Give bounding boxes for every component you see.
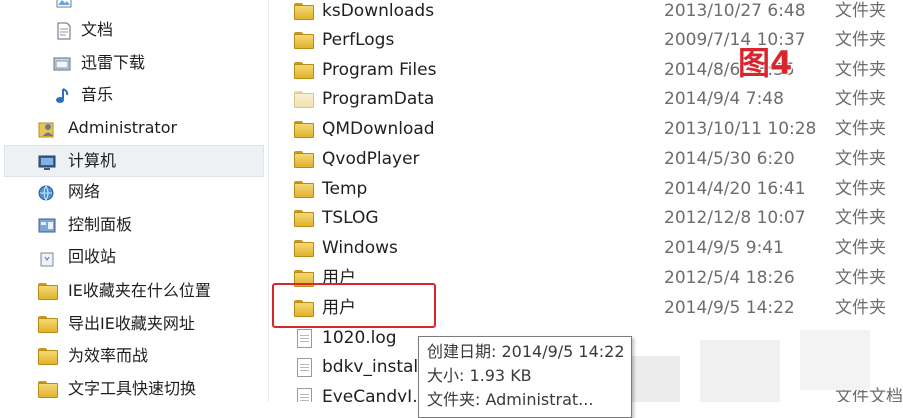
network-icon [38,183,56,202]
file-type: 文件夹 [835,1,886,21]
file-row[interactable]: PerfLogs 2009/7/14 10:37 文件夹 [270,25,903,55]
file-date: 2013/10/11 10:28 [664,119,817,139]
file-name: Temp [322,179,368,199]
file-name: ProgramData [322,89,435,109]
file-date: 2014/5/30 6:20 [664,149,795,169]
nav-item-music[interactable]: 音乐 [0,81,262,109]
folder-icon [294,2,314,20]
file-name: ksDownloads [322,1,435,21]
file-row[interactable]: Temp 2014/4/20 16:41 文件夹 [270,174,903,204]
watermark-mosaic [800,330,870,390]
picture-icon [55,0,73,9]
folder-icon [294,180,314,198]
tooltip-folder: 文件夹: Administrat... [427,390,594,409]
document-icon [55,21,73,40]
folder-icon [294,239,314,257]
file-row[interactable]: Program Files 2014/8/6 13:35 文件夹 [270,55,903,85]
tooltip-size: 大小: 1.93 KB [427,366,532,385]
text-file-icon [294,358,314,377]
file-type: 文件夹 [835,238,886,258]
file-date: 2014/9/5 14:22 [664,298,795,318]
file-type: 文件夹 [835,298,886,318]
file-row[interactable]: QMDownload 2013/10/11 10:28 文件夹 [270,114,903,144]
user-folder-icon [38,119,56,138]
file-type: 文件夹 [835,179,886,199]
control-panel-icon [38,216,56,234]
folder-icon [294,120,314,138]
file-name: Windows [322,238,398,258]
folder-library-icon [53,54,71,72]
nav-item-network[interactable]: 网络 [0,178,262,206]
file-date: 2013/10/27 6:48 [664,1,806,21]
folder-icon [294,209,314,227]
nav-item-label: 计算机 [68,151,117,170]
nav-item-fight-for-efficiency[interactable]: 为效率而战 [0,342,262,370]
nav-item-administrator[interactable]: Administrator [0,114,262,142]
file-name: TSLOG [322,208,379,228]
nav-item-text-tool-quick-switch[interactable]: 文字工具快速切换 [0,375,262,402]
file-name: EyeCandyI... [322,387,429,402]
file-date: 2012/5/4 18:26 [664,268,795,288]
folder-icon [294,61,314,79]
file-type: 文件夹 [835,208,886,228]
nav-item-partial[interactable] [0,0,262,14]
file-row[interactable]: QvodPlayer 2014/5/30 6:20 文件夹 [270,144,903,174]
file-row[interactable]: TSLOG 2012/12/8 10:07 文件夹 [270,203,903,233]
file-type: 文件夹 [835,89,886,109]
nav-item-computer[interactable]: 计算机 [4,145,264,177]
nav-item-label: 为效率而战 [68,346,149,365]
folder-icon [38,282,58,300]
nav-item-recycle-bin[interactable]: 回收站 [0,243,262,271]
folder-hidden-icon [294,90,314,108]
nav-item-ie-favorites-location[interactable]: IE收藏夹在什么位置 [0,277,262,305]
file-type: 文件夹 [835,30,886,50]
folder-icon [38,315,58,333]
watermark-mosaic [700,340,780,402]
folder-icon [294,31,314,49]
nav-item-label: 回收站 [68,247,117,266]
file-type: 文件夹 [835,268,886,288]
file-row[interactable]: Windows 2014/9/5 9:41 文件夹 [270,233,903,263]
highlight-annotation-box [272,283,436,328]
navigation-pane: 文档 迅雷下载 音乐 Administrator 计算机 网络 控制面板 回收站… [0,0,269,402]
nav-item-label: IE收藏夹在什么位置 [68,281,211,300]
figure-label: 图4 [738,44,793,82]
folder-icon [294,150,314,168]
nav-item-label: 文档 [81,20,114,39]
folder-icon [38,380,58,398]
nav-item-label: 网络 [68,182,101,201]
file-type: 文件夹 [835,149,886,169]
file-type: 文件夹 [835,60,886,80]
computer-icon [38,152,56,170]
nav-item-label: 导出IE收藏夹网址 [68,314,195,333]
nav-item-export-ie-favorites[interactable]: 导出IE收藏夹网址 [0,310,262,338]
file-name: QMDownload [322,119,435,139]
music-note-icon [53,86,71,104]
recycle-bin-icon [38,248,56,267]
nav-item-label: 控制面板 [68,215,133,234]
file-date: 2014/9/5 9:41 [664,238,784,258]
tooltip-created-date: 创建日期: 2014/9/5 14:22 [427,342,625,361]
folder-icon [38,347,58,365]
file-name: PerfLogs [322,30,395,50]
nav-item-documents[interactable]: 文档 [0,16,262,44]
file-name: Program Files [322,60,437,80]
nav-item-label: 迅雷下载 [81,53,146,72]
nav-item-control-panel[interactable]: 控制面板 [0,211,262,239]
file-row[interactable]: ksDownloads 2013/10/27 6:48 文件夹 [270,0,903,26]
nav-item-xunlei-download[interactable]: 迅雷下载 [0,49,262,77]
text-file-icon [294,388,314,402]
file-row[interactable]: ProgramData 2014/9/4 7:48 文件夹 [270,84,903,114]
file-date: 2012/12/8 10:07 [664,208,806,228]
file-date: 2014/9/4 7:48 [664,89,784,109]
nav-item-label: 音乐 [81,85,114,104]
file-name: bdkv_install [322,357,423,377]
nav-item-label: Administrator [68,118,178,137]
nav-item-label: 文字工具快速切换 [68,379,197,398]
info-tooltip: 创建日期: 2014/9/5 14:22 大小: 1.93 KB 文件夹: Ad… [418,336,632,418]
text-file-icon [294,329,314,348]
file-name: QvodPlayer [322,149,420,169]
file-date: 2014/4/20 16:41 [664,179,806,199]
file-type: 文件夹 [835,119,886,139]
